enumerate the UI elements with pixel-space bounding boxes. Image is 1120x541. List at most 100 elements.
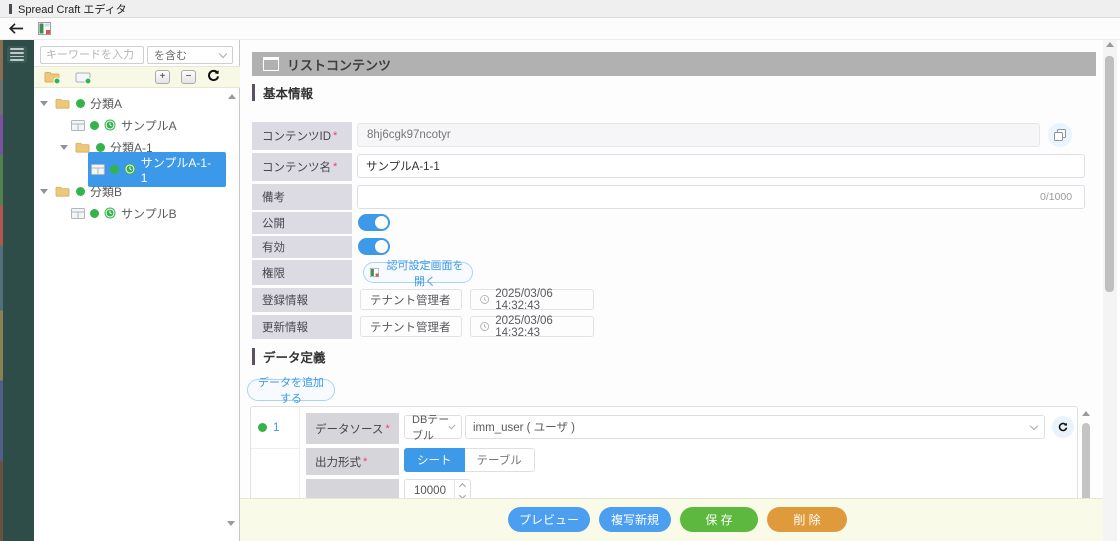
add-folder-button[interactable] (44, 70, 61, 84)
output-format-segmented: シートテーブル (404, 448, 535, 472)
footer-bar: プレビュー複写新規保 存削 除 (240, 498, 1103, 541)
caret-down-icon[interactable] (40, 189, 48, 194)
copy-icon (1054, 129, 1066, 141)
required-mark: * (385, 423, 389, 435)
folder-icon (55, 97, 71, 110)
status-dot-icon (110, 165, 119, 174)
content-name-input[interactable] (357, 154, 1085, 178)
output-format-table[interactable]: テーブル (465, 448, 535, 472)
registered-user: テナント管理者 (360, 289, 462, 310)
back-arrow-icon (9, 23, 24, 34)
datasource-table-combo[interactable]: imm_user ( ユーザ ) (465, 415, 1045, 439)
scroll-up-arrow[interactable] (1106, 42, 1114, 47)
reload-datasource-button[interactable] (1052, 416, 1074, 438)
required-mark: * (333, 130, 337, 142)
remarks-label: 備考 (252, 184, 352, 210)
tree-scrollbar[interactable] (226, 92, 237, 532)
tree-item-label: 分類A (90, 95, 122, 112)
collapse-all-button[interactable]: − (181, 70, 196, 84)
row-index: 1 (251, 407, 299, 449)
data-def-section-header: データ定義 (252, 348, 326, 365)
titlebar: Spread Craft エディタ (0, 0, 1120, 18)
list-content-icon (263, 57, 279, 71)
section-bar (252, 348, 255, 365)
left-rail (0, 40, 34, 541)
status-dot-icon (76, 187, 85, 196)
registered-info-label: 登録情報 (252, 288, 352, 312)
folder-icon (55, 185, 71, 198)
clock-icon (480, 294, 489, 305)
scroll-up-arrow[interactable] (1082, 411, 1090, 416)
tree-panel: を含む + − (34, 40, 240, 541)
tree: 分類AサンプルA分類A-1サンプルA-1-1分類BサンプルB (34, 92, 226, 224)
expand-all-button[interactable]: + (155, 70, 170, 84)
keyword-search-input[interactable] (40, 46, 144, 64)
copy-id-button[interactable] (1048, 123, 1072, 147)
datasource-type-select[interactable]: DBテーブル (404, 415, 462, 439)
main-panel: リストコンテンツ 基本情報 コンテンツID* 8hj6cgk97ncotyr コ… (240, 40, 1103, 541)
refresh-icon (1058, 421, 1068, 433)
status-dot-icon (96, 143, 105, 152)
tree-toolbar: + − (34, 66, 240, 88)
page-header-title: リストコンテンツ (287, 55, 391, 74)
updated-user: テナント管理者 (360, 316, 462, 337)
tree-item-1[interactable]: サンプルA (34, 114, 226, 136)
basic-section-header: 基本情報 (252, 84, 313, 101)
caret-down-icon[interactable] (60, 145, 68, 150)
content-id-label: コンテンツID* (252, 122, 352, 150)
match-filter-select[interactable]: を含む (147, 46, 233, 64)
add-content-button[interactable] (75, 71, 92, 84)
back-button[interactable] (9, 23, 24, 34)
page-scrollbar[interactable] (1103, 40, 1117, 541)
tree-item-5[interactable]: サンプルB (34, 202, 226, 224)
content-name-label: コンテンツ名* (252, 153, 352, 181)
menu-toggle-button[interactable] (7, 46, 27, 63)
clock-icon (124, 163, 136, 175)
basic-section-title: 基本情報 (263, 83, 313, 102)
tree-item-0[interactable]: 分類A (34, 92, 226, 114)
required-mark: * (363, 456, 367, 468)
datasource-label: データソース* (306, 413, 399, 444)
required-mark: * (333, 161, 337, 173)
chevron-down-icon (1030, 422, 1038, 430)
add-data-button[interactable]: データを追加する (247, 379, 335, 401)
rail-color-strip (0, 40, 3, 541)
refresh-tree-button[interactable] (207, 69, 220, 85)
tree-item-3[interactable]: サンプルA-1-1 (34, 158, 226, 180)
public-toggle[interactable] (358, 214, 390, 231)
open-authorization-settings-button[interactable]: 認可設定画面を開く (363, 262, 473, 283)
remarks-input[interactable] (357, 185, 1085, 209)
output-format-label: 出力形式* (306, 448, 399, 475)
status-dot-icon (90, 121, 99, 130)
enabled-label: 有効 (252, 236, 352, 258)
public-label: 公開 (252, 212, 352, 234)
footer-buttons: プレビュー複写新規保 存削 除 (508, 507, 847, 532)
section-bar (252, 84, 255, 101)
scroll-down-arrow[interactable] (227, 521, 235, 526)
scrollbar-thumb[interactable] (1105, 56, 1114, 292)
delete-button[interactable]: 削 除 (767, 507, 847, 532)
table-icon (91, 164, 105, 175)
window-title: Spread Craft エディタ (18, 1, 127, 17)
preview-button[interactable]: プレビュー (508, 507, 590, 532)
chevron-down-icon (219, 50, 227, 58)
remarks-counter: 0/1000 (1040, 191, 1072, 203)
scroll-up-arrow[interactable] (228, 94, 236, 99)
copy-new-button[interactable]: 複写新規 (599, 507, 671, 532)
spread-craft-editor-window: Spread Craft エディタ を含む (0, 0, 1120, 541)
save-button[interactable]: 保 存 (680, 507, 758, 532)
spreadsheet-app-icon[interactable] (38, 22, 51, 35)
tree-item-label: サンプルB (121, 205, 177, 222)
spinner-up-button[interactable] (455, 480, 470, 491)
table-icon (71, 120, 85, 131)
table-icon (71, 208, 85, 219)
caret-down-icon[interactable] (40, 101, 48, 106)
output-format-sheet[interactable]: シート (404, 448, 465, 472)
permission-label: 権限 (252, 260, 352, 285)
toolbar (0, 18, 1120, 40)
match-filter-value: を含む (154, 47, 187, 63)
status-dot-icon (76, 99, 85, 108)
content-id-value: 8hj6cgk97ncotyr (357, 123, 1040, 147)
enabled-toggle[interactable] (358, 238, 390, 255)
spreadsheet-app-icon (370, 267, 379, 278)
